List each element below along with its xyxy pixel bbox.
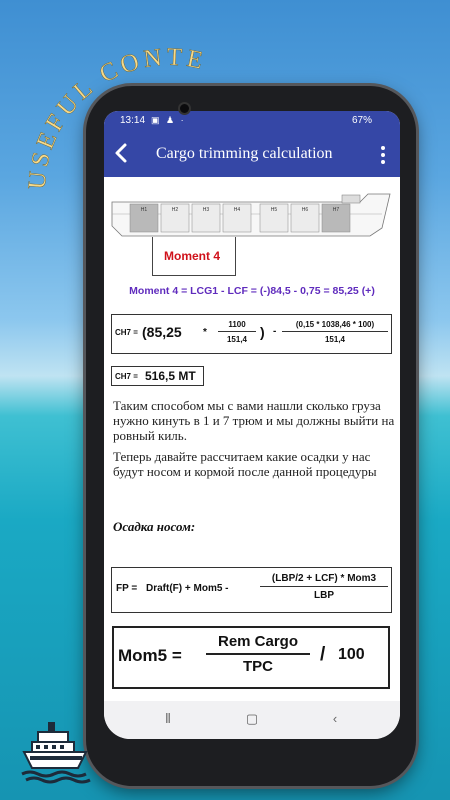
ship-hold-label: H5 (271, 207, 278, 213)
app-bar: Cargo trimming calculation (104, 132, 400, 177)
ship-hold-label: H2 (172, 207, 179, 213)
home-icon[interactable]: ▢ (243, 711, 261, 729)
ship-hold-label: H1 (141, 207, 148, 213)
moment-equation: Moment 4 = LCG1 - LCF = (-)84,5 - 0,75 =… (129, 285, 375, 297)
front-camera (178, 102, 191, 115)
fp-fraction: (LBP/2 + LCF) * Mom3 LBP (260, 573, 388, 601)
ch7-moment-value: (85,25 (142, 324, 182, 340)
ch7-frac2-numerator: (0,15 * 1038,46 * 100) (282, 320, 388, 332)
section-heading: Осадка носом: (113, 519, 196, 534)
mom5-fraction: Rem Cargo TPC (206, 633, 310, 675)
status-notification-icons: ▣ ♟ · (151, 115, 186, 125)
paragraph-2: Теперь давайте рассчитаем какие осадки у… (113, 449, 377, 479)
ship-holds-diagram: H1 H2 H3 H4 H5 H6 H7 (111, 193, 391, 237)
ch7-label: CH7 = (115, 328, 138, 337)
ch7-frac2-denominator: 151,4 (324, 335, 346, 344)
ch7-formula-box: CH7 = (85,25 * 1100 151,4 ) - (0,15 * 10… (111, 314, 392, 354)
status-battery: 67% (351, 115, 372, 126)
system-nav-bar: ⦀ ▢ ‹ (104, 701, 400, 739)
mom5-slash: / (320, 644, 326, 665)
ch7-result-box: CH7 = 516,5 MT (111, 366, 204, 386)
fp-terms: Draft(F) + Mom5 - (146, 583, 229, 594)
ship-hold-label: H7 (333, 207, 340, 213)
mom5-divisor: 100 (338, 646, 365, 663)
mom5-formula-box: Mom5 = Rem Cargo TPC / 100 (112, 626, 390, 689)
back-arrow-icon[interactable] (111, 141, 133, 165)
ch7-fraction-1: 1100 151,4 (218, 320, 256, 344)
ship-logo-icon (21, 722, 91, 784)
ship-hold-label: H4 (234, 207, 241, 213)
back-nav-icon[interactable]: ‹ (326, 711, 344, 729)
ch7-frac1-numerator: 1100 (218, 320, 256, 332)
recent-apps-icon[interactable]: ⦀ (159, 711, 177, 729)
status-time: 13:14 (120, 115, 146, 126)
mom5-label: Mom5 = (118, 646, 182, 665)
fp-denominator: LBP (314, 590, 334, 601)
phone-screen: 13:14 ▣ ♟ · 67% Cargo trimming calculati… (104, 111, 400, 739)
ch7-result-value: 516,5 MT (145, 369, 196, 383)
app-bar-title: Cargo trimming calculation (156, 145, 333, 162)
mom5-numerator: Rem Cargo (206, 633, 310, 655)
moment-label: Moment 4 (164, 249, 221, 263)
fp-label: FP = (116, 583, 138, 594)
ch7-result-label: CH7 = (115, 372, 138, 381)
status-bar: 13:14 ▣ ♟ · 67% (104, 111, 400, 132)
ship-hold-label: H6 (302, 207, 309, 213)
ch7-times-sign: * (203, 327, 207, 338)
ch7-close-paren: ) (260, 324, 265, 340)
ch7-frac1-denominator: 151,4 (226, 335, 248, 344)
overflow-menu-icon[interactable] (380, 144, 386, 166)
fp-formula-box: FP = Draft(F) + Mom5 - (LBP/2 + LCF) * M… (111, 567, 392, 613)
ch7-fraction-2: (0,15 * 1038,46 * 100) 151,4 (282, 320, 388, 344)
fp-numerator: (LBP/2 + LCF) * Mom3 (260, 573, 388, 587)
ch7-minus-sign: - (273, 326, 277, 337)
ship-hold-label: H3 (203, 207, 210, 213)
mom5-denominator: TPC (243, 658, 273, 675)
content-area: H1 H2 H3 H4 H5 H6 H7 Moment 4 Moment 4 = LCG1 … (104, 177, 400, 701)
paragraph-1: Таким способом мы с вами нашли сколько г… (113, 398, 395, 443)
